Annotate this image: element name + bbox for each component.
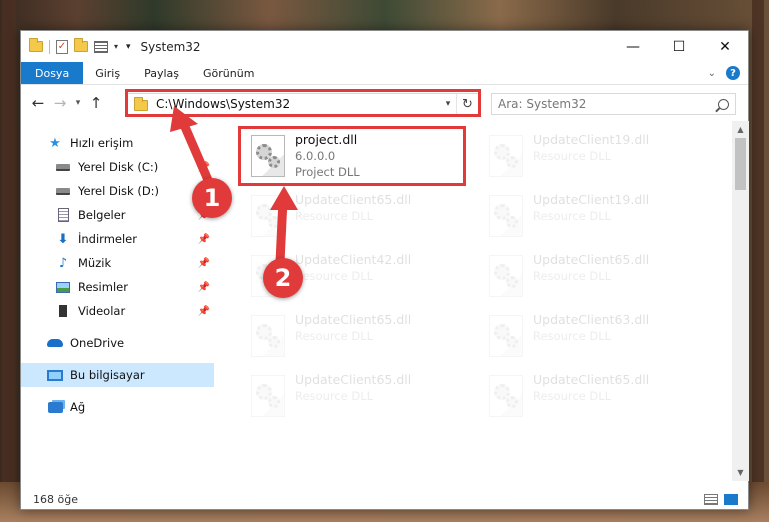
arrow-to-address — [170, 106, 213, 185]
step-1-badge: 1 — [192, 178, 232, 218]
step-2-badge: 2 — [263, 258, 303, 298]
arrow-to-file — [270, 186, 298, 267]
annotation-arrows — [170, 106, 298, 267]
